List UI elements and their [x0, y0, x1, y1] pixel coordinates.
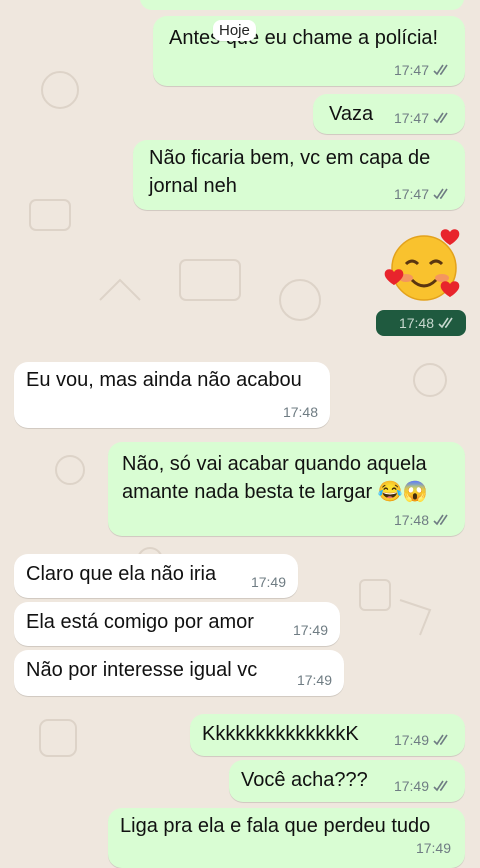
read-receipt-icon — [433, 188, 448, 200]
message-text: Eu vou, mas ainda não acabou — [26, 369, 302, 391]
message-bubble-outgoing[interactable]: KkkkkkkkkkkkkkK 17:49 — [190, 714, 465, 756]
message-time: 17:48 — [282, 404, 318, 420]
message-bubble-outgoing[interactable]: Não, só vai acabar quando aquela amante … — [108, 442, 465, 536]
emoji-message-meta: 17:48 — [376, 310, 466, 336]
message-meta: 17:47 — [394, 62, 451, 78]
message-meta: 17:47 — [394, 110, 451, 126]
clipped-message-edge — [140, 0, 464, 10]
message-bubble-incoming[interactable]: Eu vou, mas ainda não acabou 17:48 — [14, 362, 330, 428]
read-receipt-icon — [433, 734, 448, 746]
read-receipt-icon — [433, 112, 448, 124]
message-meta: 17:49 — [251, 574, 286, 590]
message-meta: 17:48 — [399, 315, 456, 331]
message-meta: 17:49 — [394, 778, 451, 794]
message-bubble-outgoing[interactable]: Antes que eu chame a polícia! 17:47 — [153, 16, 465, 86]
message-meta: 17:49 — [293, 622, 328, 638]
read-receipt-icon — [433, 780, 448, 792]
message-time: 17:49 — [292, 622, 328, 638]
message-meta: 17:48 — [394, 512, 451, 528]
message-text: Vaza — [329, 103, 374, 125]
message-time: 17:47 — [393, 110, 429, 126]
message-bubble-outgoing[interactable]: Vaza 17:47 — [313, 94, 465, 134]
message-time: 17:47 — [393, 62, 429, 78]
message-text: Você acha??? — [241, 769, 368, 791]
smiling-face-with-hearts-emoji[interactable] — [384, 226, 466, 306]
read-receipt-icon — [433, 514, 448, 526]
message-bubble-outgoing[interactable]: Não ficaria bem, vc em capa de jornal ne… — [133, 140, 465, 210]
message-text: Antes que eu chame a polícia! — [169, 27, 439, 49]
message-time: 17:49 — [296, 672, 332, 688]
message-text: Claro que ela não iria — [26, 563, 217, 585]
message-time: 17:49 — [393, 778, 429, 794]
message-meta: 17:49 — [297, 672, 332, 688]
message-text-line-2: jornal neh — [149, 175, 237, 197]
message-text: Liga pra ela e fala que perdeu tudo — [120, 815, 431, 837]
message-time: 17:49 — [250, 574, 286, 590]
read-receipt-icon — [433, 64, 448, 76]
message-bubble-outgoing[interactable]: Você acha??? 17:49 — [229, 760, 465, 802]
message-text-line-2: amante nada besta te largar 😂😱 — [122, 481, 428, 503]
message-bubble-incoming[interactable]: Ela está comigo por amor 17:49 — [14, 602, 340, 646]
read-receipt-icon — [438, 317, 453, 329]
message-text-line-1: Não ficaria bem, vc em capa de — [149, 147, 431, 169]
message-text-line-1: Não, só vai acabar quando aquela — [122, 453, 427, 475]
message-text: KkkkkkkkkkkkkkK — [202, 723, 359, 745]
message-time: 17:49 — [393, 732, 429, 748]
message-meta: 17:48 — [283, 404, 318, 420]
message-time: 17:47 — [393, 186, 429, 202]
message-meta: 17:49 — [394, 732, 451, 748]
message-bubble-outgoing[interactable]: Liga pra ela e fala que perdeu tudo 17:4… — [108, 808, 465, 868]
message-bubble-incoming[interactable]: Não por interesse igual vc 17:49 — [14, 650, 344, 696]
date-chip: Hoje — [213, 20, 256, 41]
message-time: 17:48 — [393, 512, 429, 528]
message-meta: 17:47 — [394, 186, 451, 202]
message-time: 17:48 — [398, 315, 434, 331]
message-bubble-incoming[interactable]: Claro que ela não iria 17:49 — [14, 554, 298, 598]
message-text: Ela está comigo por amor — [26, 611, 254, 633]
message-text: Não por interesse igual vc — [26, 659, 258, 681]
